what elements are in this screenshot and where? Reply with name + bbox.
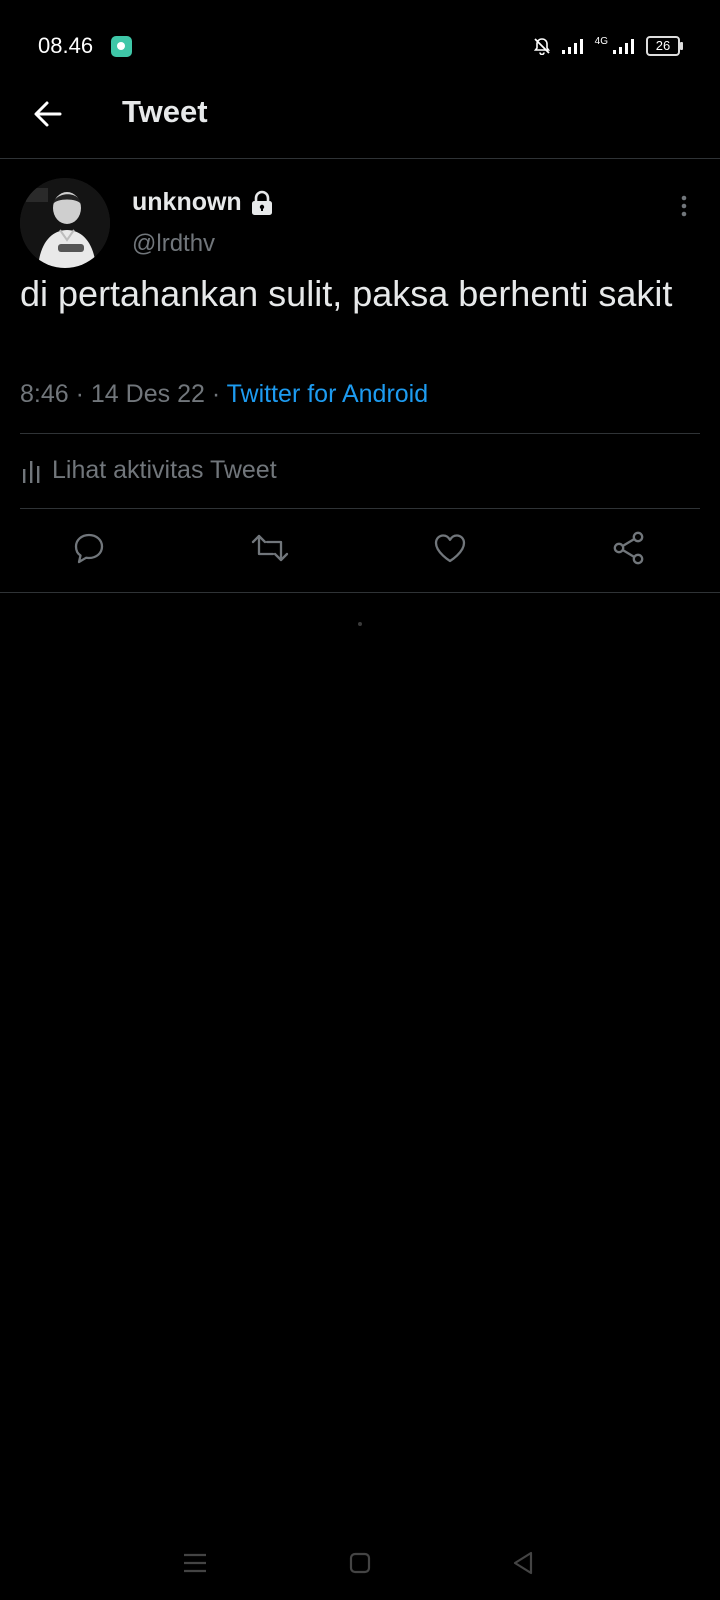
author-handle[interactable]: @lrdthv	[132, 230, 215, 258]
tweet-date: 14 Des 22	[90, 380, 205, 408]
reply-icon	[74, 533, 104, 564]
signal-icon	[561, 39, 583, 54]
tweet-metadata: 8:46 · 14 Des 22 · Twitter for Android	[20, 380, 428, 409]
more-options-button[interactable]	[672, 192, 696, 222]
recent-apps-button[interactable]	[170, 1538, 220, 1588]
avatar-photo	[20, 178, 110, 268]
back-button[interactable]	[28, 94, 68, 134]
like-icon	[434, 534, 466, 563]
reply-button[interactable]	[63, 522, 115, 574]
page-title: Tweet	[122, 94, 208, 129]
back-triangle-icon	[513, 1551, 533, 1575]
system-navigation-bar	[0, 1530, 720, 1600]
back-arrow-icon	[34, 101, 62, 127]
top-app-bar: Tweet	[0, 92, 720, 159]
network-type-label: 4G	[594, 36, 608, 47]
status-bar: 08.46 4G 26	[0, 0, 720, 92]
mute-bell-icon	[533, 38, 550, 55]
app-notification-icon	[111, 36, 132, 57]
meta-separator: ·	[211, 380, 221, 408]
author-row: unknown	[132, 188, 274, 217]
activity-label: Lihat aktivitas Tweet	[52, 456, 277, 484]
tweet-source-link[interactable]: Twitter for Android	[227, 380, 428, 408]
meta-separator: ·	[75, 380, 84, 408]
share-button[interactable]	[603, 522, 655, 574]
tweet-time: 8:46	[20, 380, 69, 408]
signal-4g-icon	[613, 39, 634, 54]
menu-icon	[184, 1553, 206, 1573]
more-vertical-icon	[681, 195, 687, 217]
like-button[interactable]	[424, 522, 476, 574]
tweet-detail: unknown @lrdthv di pertahankan sulit, pa…	[0, 158, 720, 593]
loading-indicator	[358, 622, 362, 626]
home-square-icon	[349, 1552, 371, 1574]
status-time: 08.46	[38, 33, 94, 58]
tweet-activity-link[interactable]: Lihat aktivitas Tweet	[20, 456, 277, 485]
share-icon	[613, 531, 644, 565]
divider	[20, 508, 700, 509]
avatar[interactable]	[20, 178, 110, 268]
back-nav-button[interactable]	[498, 1538, 548, 1588]
home-button[interactable]	[335, 1538, 385, 1588]
tweet-text: di pertahankan sulit, paksa berhenti sak…	[20, 273, 673, 314]
lock-icon	[251, 190, 272, 215]
retweet-icon	[251, 534, 289, 562]
retweet-button[interactable]	[244, 522, 296, 574]
divider	[20, 433, 700, 434]
author-display-name[interactable]: unknown	[132, 188, 242, 217]
analytics-icon	[23, 460, 40, 483]
battery-indicator: 26	[646, 36, 683, 56]
status-icons: 4G 26	[533, 36, 683, 56]
tweet-actions	[0, 518, 720, 580]
